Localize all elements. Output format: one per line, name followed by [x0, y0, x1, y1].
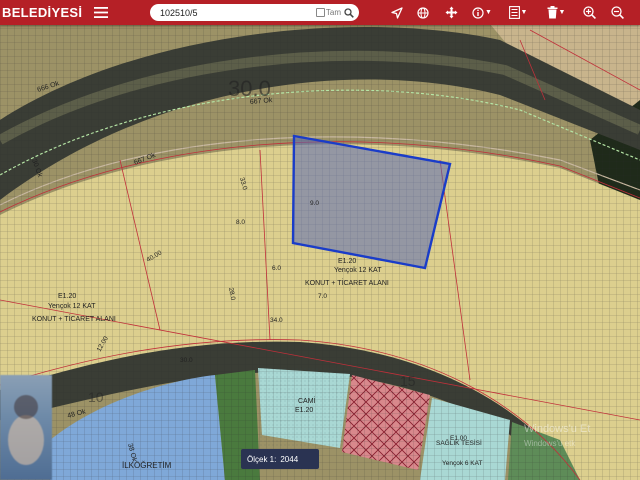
ilkogretim-label: İLKÖĞRETİM [122, 461, 172, 470]
cami-code: E1.20 [295, 407, 313, 414]
info-button[interactable]: ▼ [465, 0, 499, 25]
navigate-icon [391, 6, 403, 19]
zone2-height: Yençok 12 KAT [334, 267, 382, 274]
globe-button[interactable] [409, 0, 437, 25]
cadastral-grid [0, 25, 640, 480]
saglik-height: Yençok 6 KAT [442, 460, 482, 467]
zone1-use: KONUT + TİCARET ALANI [32, 314, 116, 323]
scale-indicator[interactable]: Ölçek 1: 2044 [241, 449, 319, 469]
zoom-out-button[interactable] [603, 0, 631, 25]
search-icon [344, 7, 354, 18]
hamburger-menu-button[interactable] [90, 0, 112, 25]
dim-label: 7.0 [318, 293, 327, 300]
search-button[interactable] [344, 7, 354, 18]
dim-label: 8.0 [236, 219, 245, 226]
search-input[interactable] [160, 7, 316, 18]
scale-value: 2044 [280, 454, 299, 464]
menu-icon [94, 7, 108, 18]
chevron-down-icon: ▼ [558, 9, 566, 16]
checkbox-icon [315, 8, 325, 17]
layers-icon [508, 6, 520, 19]
zone2-code: E1.20 [338, 258, 356, 265]
globe-icon [417, 6, 429, 19]
delete-button[interactable]: ▼ [537, 0, 575, 25]
zone1-code: E1.20 [58, 293, 76, 300]
dim-label: 34.0 [270, 317, 283, 324]
map-canvas[interactable]: 666 Ok 667 Ok 667 Ok 30 Ok 48 Ok 38 Ok 3… [0, 0, 640, 480]
elevation-label-10: 10 [88, 389, 104, 405]
watermark-line2: Windows'u etk [524, 439, 576, 448]
app-title: BELEDİYESİ [2, 5, 83, 20]
exact-match-label: Tam [325, 8, 341, 17]
exact-match-toggle[interactable]: Tam [315, 8, 341, 17]
search-bar: Tam [150, 4, 359, 21]
delete-icon [547, 6, 558, 19]
watermark-line1: Windows'u Et [524, 423, 590, 435]
elevation-label-30: 30.0 [228, 76, 271, 101]
pan-icon [445, 6, 457, 19]
cami-label: CAMİ [298, 396, 316, 405]
scale-label: Ölçek 1: [247, 454, 277, 464]
zoom-out-icon [610, 6, 624, 19]
dim-label: 6.0 [272, 265, 281, 272]
pan-button[interactable] [437, 0, 465, 25]
layers-button[interactable]: ▼ [499, 0, 537, 25]
webcam-thumbnail [0, 375, 52, 480]
navigate-button[interactable] [385, 0, 409, 25]
info-icon [472, 6, 484, 19]
zoom-in-button[interactable] [575, 0, 603, 25]
map-toolbar: ▼ ▼ ▼ [385, 0, 631, 25]
chevron-down-icon: ▼ [485, 9, 492, 16]
zone1-height: Yençok 12 KAT [48, 303, 96, 310]
saglik-code: E1.00 [450, 435, 467, 442]
elevation-label-15: 15 [400, 373, 416, 389]
chevron-down-icon: ▼ [520, 9, 528, 16]
zone2-use: KONUT + TİCARET ALANI [305, 278, 389, 287]
zoom-in-icon [582, 6, 596, 19]
dim-label: 9.0 [310, 200, 319, 207]
dim-label: 30.0 [180, 357, 193, 364]
